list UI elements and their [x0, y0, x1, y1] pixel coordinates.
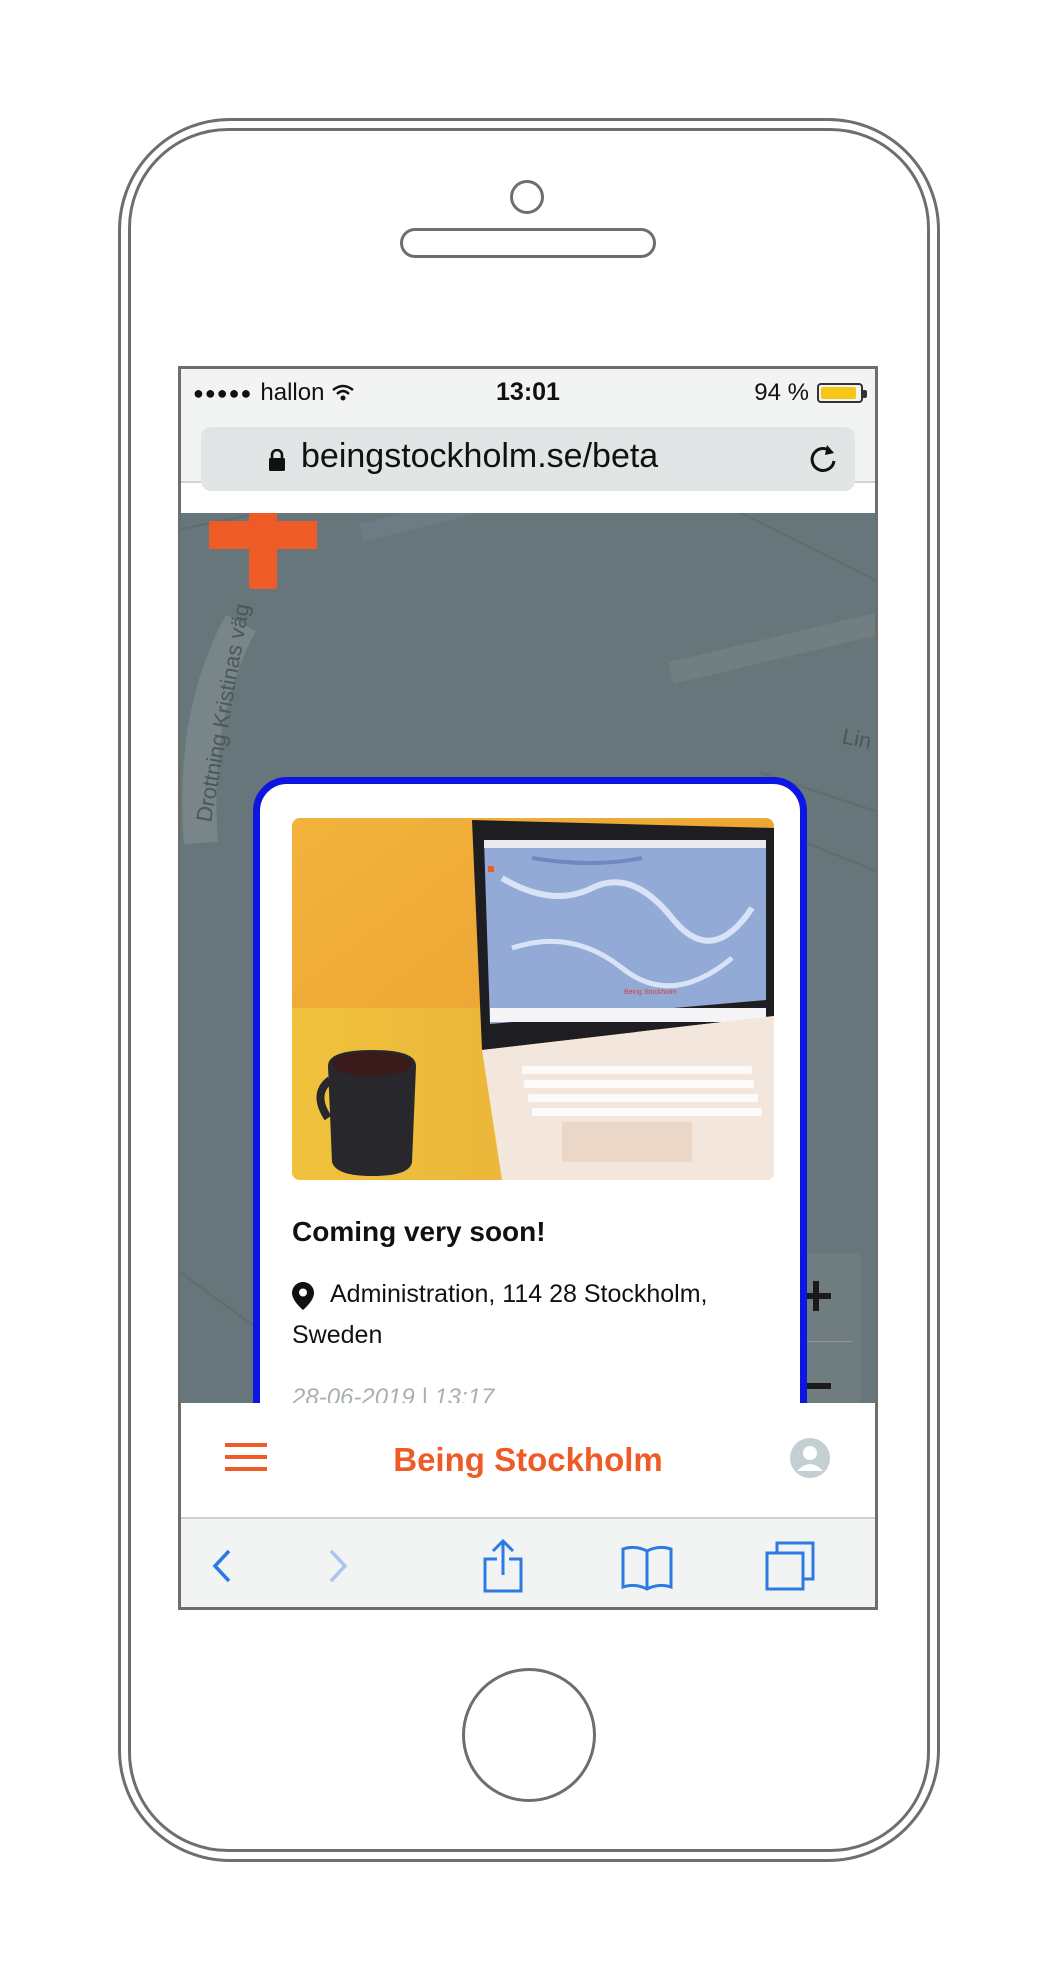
status-bar: ●●●●● hallon 13:01 94 % [181, 369, 875, 423]
share-icon[interactable] [477, 1539, 529, 1593]
photo-screen-label: Being Stockholm [624, 989, 677, 996]
reload-icon[interactable] [805, 441, 841, 477]
url-text: beingstockholm.se/beta [301, 437, 659, 475]
front-camera [510, 180, 544, 214]
earpiece-speaker [400, 228, 656, 258]
event-address: Administration, 114 28 Stockholm, Sweden [292, 1280, 708, 1349]
event-date: 28-06-2019 | 13:17 [292, 1384, 495, 1403]
battery-info: 94 % [754, 379, 867, 407]
home-button[interactable] [462, 1668, 596, 1802]
battery-percent: 94 % [754, 379, 809, 406]
event-title: Coming very soon! [292, 1216, 546, 1247]
brand-plus-logo[interactable] [209, 513, 317, 593]
battery-icon [817, 383, 867, 403]
event-card[interactable]: Being Stockholm Coming very soon! Admini… [253, 777, 807, 1403]
event-photo: Being Stockholm [292, 818, 774, 1180]
tabs-icon[interactable] [765, 1539, 817, 1593]
map-view[interactable]: Drottning Kristinas väg Lin Being Stockh… [181, 513, 875, 1403]
user-account-icon[interactable] [789, 1437, 831, 1479]
browser-address-area: beingstockholm.se/beta [181, 423, 875, 491]
back-icon[interactable] [197, 1539, 249, 1593]
bookmarks-icon[interactable] [621, 1539, 673, 1593]
app-bar: Being Stockholm [181, 1403, 875, 1519]
browser-toolbar [181, 1519, 875, 1607]
lock-icon [269, 449, 285, 471]
street-label-lin: Lin [840, 723, 874, 754]
forward-icon[interactable] [311, 1539, 363, 1593]
address-bar[interactable]: beingstockholm.se/beta [201, 427, 855, 491]
phone-screen: ●●●●● hallon 13:01 94 % beingstockholm.s… [178, 366, 878, 1610]
app-title: Being Stockholm [393, 1441, 663, 1478]
